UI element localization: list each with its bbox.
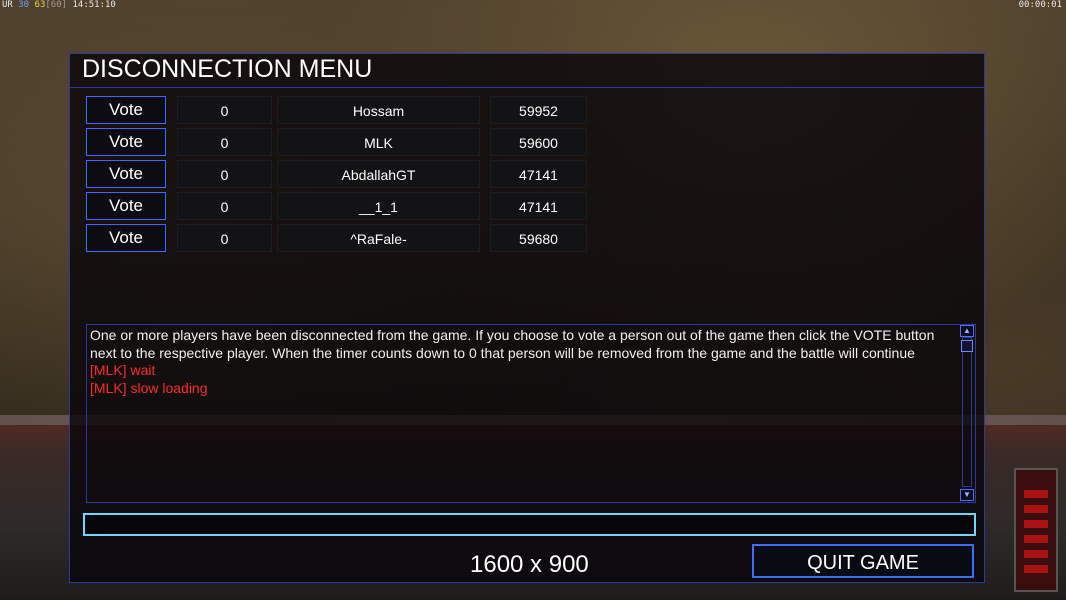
power-meter [1014, 468, 1058, 592]
power-meter-bar [1024, 535, 1048, 543]
chat-scrollbar[interactable]: ▲ ▼ [959, 325, 975, 502]
vote-count: 0 [177, 96, 272, 124]
vote-count: 0 [177, 224, 272, 252]
player-name: AbdallahGT [277, 160, 480, 188]
vote-button[interactable]: Vote [86, 96, 166, 124]
player-ping: 59952 [490, 96, 587, 124]
hud-label: UR [2, 0, 13, 10]
player-name: Hossam [277, 96, 480, 124]
chat-message: [MLK] slow loading [90, 379, 208, 396]
chat-log[interactable]: One or more players have been disconnect… [86, 324, 976, 503]
player-ping: 59600 [490, 128, 587, 156]
chat-text: One or more players have been disconnect… [90, 327, 956, 397]
player-ping: 47141 [490, 160, 587, 188]
hud-clock: 14:51:10 [72, 0, 116, 10]
hud-value-b: 63 [34, 0, 46, 10]
player-name: __1_1 [277, 192, 480, 220]
vote-button[interactable]: Vote [86, 192, 166, 220]
player-ping: 47141 [490, 192, 587, 220]
dialog-title: DISCONNECTION MENU [82, 55, 373, 83]
chat-message: [MLK] wait [90, 362, 156, 378]
vote-button[interactable]: Vote [86, 160, 166, 188]
power-meter-bar [1024, 550, 1048, 558]
player-name: MLK [277, 128, 480, 156]
power-meter-bar [1024, 505, 1048, 513]
hud-timer: 00:00:01 [1018, 0, 1062, 10]
power-meter-bar [1024, 520, 1048, 528]
player-ping: 59680 [490, 224, 587, 252]
power-meter-bar [1024, 490, 1048, 498]
vote-count: 0 [177, 160, 272, 188]
hud-stats: UR 30 63[60] 14:51:10 [2, 0, 116, 10]
scroll-thumb[interactable] [961, 340, 973, 352]
vote-count: 0 [177, 128, 272, 156]
dialog-title-bar: DISCONNECTION MENU [70, 54, 984, 88]
power-meter-bar [1024, 565, 1048, 573]
quit-game-button[interactable]: QUIT GAME [752, 544, 974, 578]
chat-input[interactable] [83, 513, 976, 536]
vote-button[interactable]: Vote [86, 128, 166, 156]
vote-button[interactable]: Vote [86, 224, 166, 252]
resolution-label: 1600 x 900 [470, 551, 589, 578]
scroll-down-icon[interactable]: ▼ [960, 489, 974, 501]
scroll-up-icon[interactable]: ▲ [960, 325, 974, 337]
scroll-track[interactable] [962, 337, 972, 487]
hud-value-a: 30 [18, 0, 30, 10]
player-name: ^RaFale- [277, 224, 480, 252]
hud-value-c: [60] [45, 0, 68, 10]
vote-count: 0 [177, 192, 272, 220]
system-message: One or more players have been disconnect… [90, 327, 935, 361]
disconnection-dialog: DISCONNECTION MENU Vote 0 Hossam 59952 V… [69, 53, 985, 583]
